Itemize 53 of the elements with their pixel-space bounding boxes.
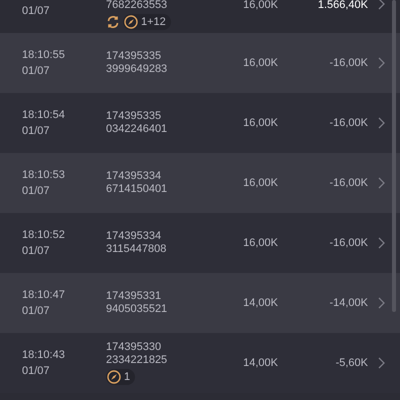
amount-text: -16,00K (328, 176, 368, 191)
time-text: 18:10:47 (22, 288, 66, 303)
size-text: 16,00K (242, 176, 278, 191)
chevron-right-icon[interactable] (378, 57, 385, 69)
count-badge: 1 (106, 369, 136, 385)
date-text: 01/07 (22, 4, 51, 19)
time-text: 18:10:53 (22, 168, 66, 183)
size-text: 16,00K (242, 236, 278, 251)
date-text: 01/07 (22, 244, 51, 259)
date-text: 01/07 (22, 64, 51, 79)
amount-text: -16,00K (328, 56, 368, 71)
time-text: 18:10:52 (22, 228, 66, 243)
order-id-text: 7682263553 (106, 0, 168, 12)
size-text: 14,00K (242, 296, 278, 311)
order-id-text: 0342246401 (106, 123, 168, 136)
order-id-text: 9405035521 (106, 303, 168, 316)
time-text: 18:10:54 (22, 108, 66, 123)
size-text: 14,00K (242, 356, 278, 371)
size-text: 16,00K (242, 56, 278, 71)
order-id-text: 2334221825 (106, 354, 168, 367)
order-id-text: 174395334 (106, 230, 162, 243)
amount-text: 1.566,40K (316, 0, 368, 13)
order-id-text: 174395334 (106, 170, 162, 183)
size-text: 16,00K (242, 116, 278, 131)
order-id-text: 174395330 (106, 341, 162, 354)
date-text: 01/07 (22, 124, 51, 139)
order-id-text: 174395335 (106, 50, 162, 63)
compass-icon (107, 370, 121, 384)
amount-text: -16,00K (328, 236, 368, 251)
time-text: 18:10:55 (22, 48, 66, 63)
date-text: 01/07 (22, 304, 51, 319)
compass-icon (124, 15, 138, 29)
time-text: 18:10:43 (22, 348, 66, 363)
date-text: 01/07 (22, 364, 51, 379)
order-id-text: 174395331 (106, 290, 162, 303)
amount-text: -5,60K (334, 356, 368, 371)
chevron-right-icon[interactable] (378, 117, 385, 129)
chevron-right-icon[interactable] (378, 357, 385, 369)
date-text: 01/07 (22, 184, 51, 199)
order-id-text: 3999649283 (106, 63, 168, 76)
order-id-text: 6714150401 (106, 183, 168, 196)
chevron-right-icon[interactable] (378, 0, 385, 10)
count-badge: 1+12 (123, 14, 171, 30)
chevron-right-icon[interactable] (378, 177, 385, 189)
chevron-right-icon[interactable] (378, 297, 385, 309)
order-id-text: 3115447808 (106, 243, 168, 256)
amount-text: -14,00K (328, 296, 368, 311)
scrollbar[interactable] (392, 0, 396, 312)
chevron-right-icon[interactable] (378, 237, 385, 249)
amount-text: -16,00K (328, 116, 368, 131)
order-id-text: 174395335 (106, 110, 162, 123)
size-text: 16,00K (242, 0, 278, 13)
refresh-icon (106, 15, 120, 29)
